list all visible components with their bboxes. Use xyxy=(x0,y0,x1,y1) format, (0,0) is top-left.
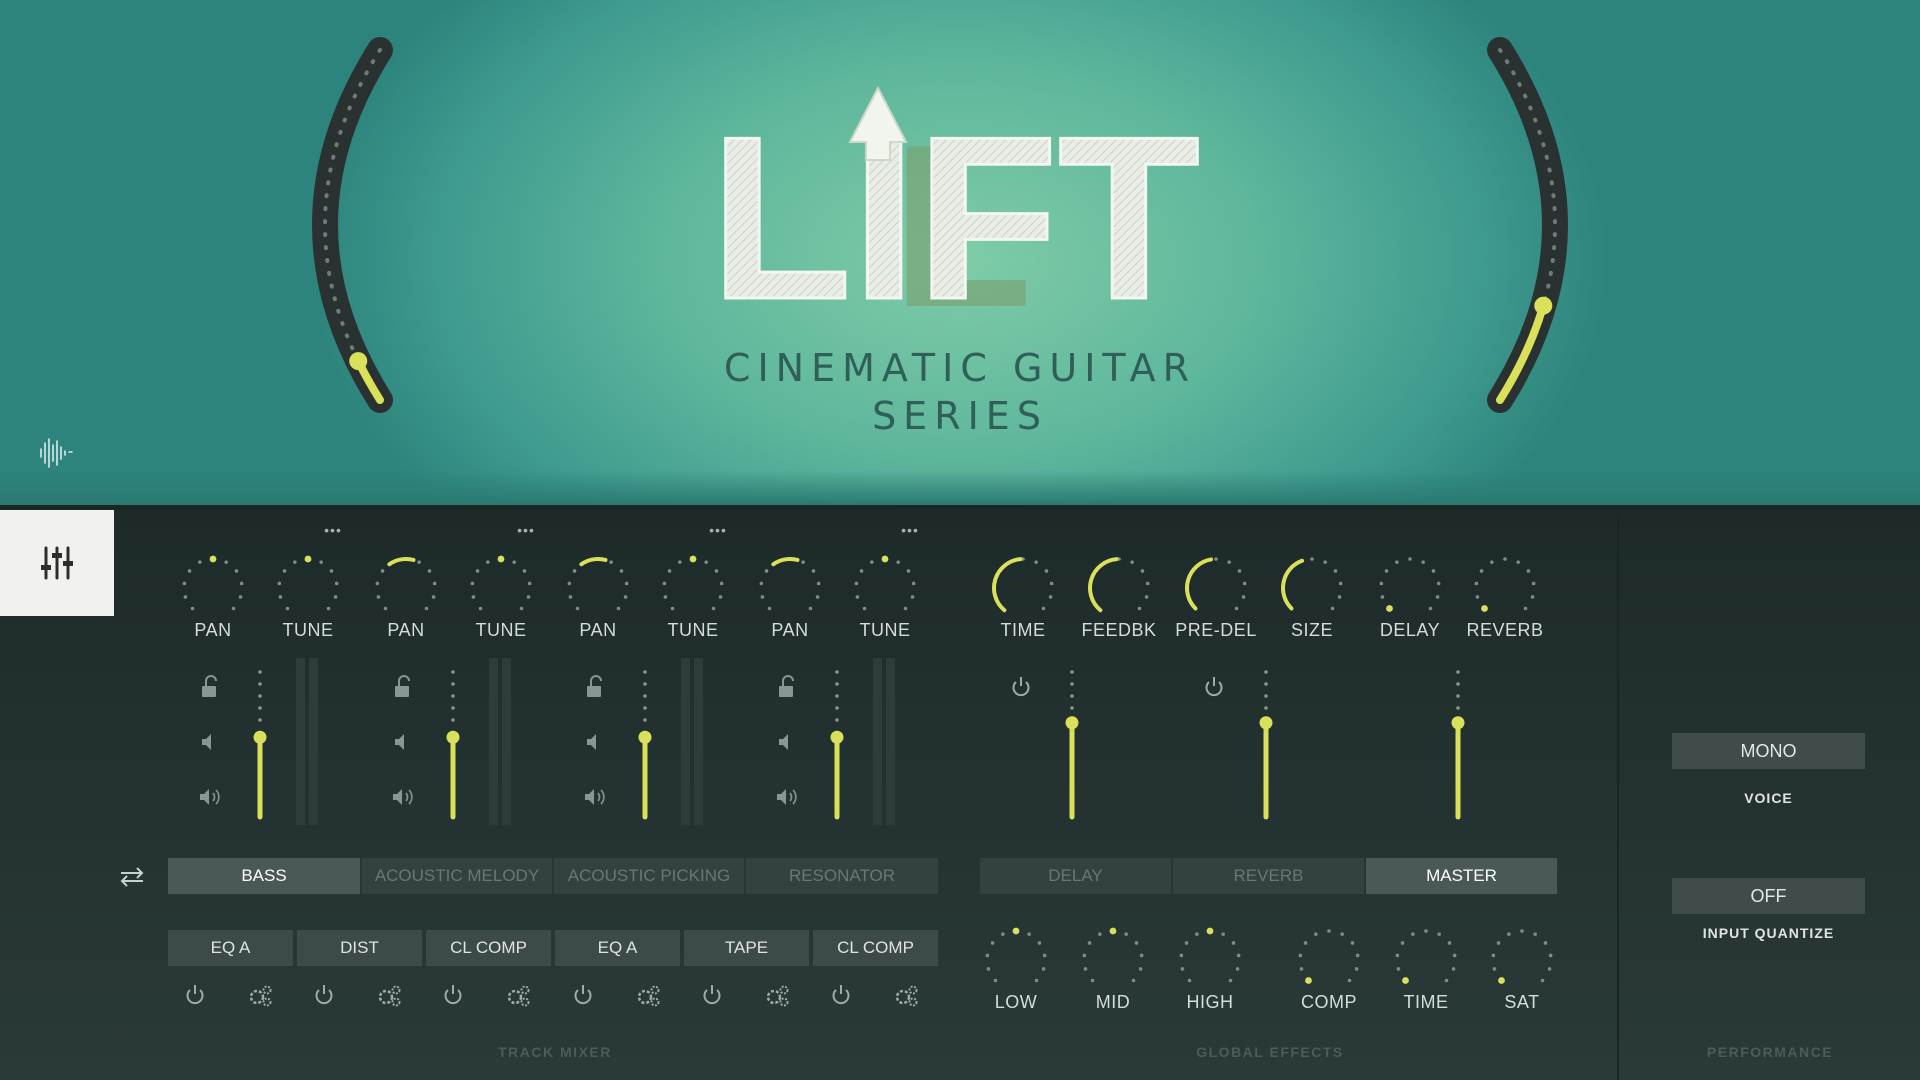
left-macro-arc-slider[interactable] xyxy=(270,30,400,420)
voice-mode-button[interactable]: MONO xyxy=(1672,733,1865,769)
tune-label-4: TUNE xyxy=(859,620,911,640)
waveform-icon[interactable] xyxy=(38,435,74,471)
swap-arrows-icon[interactable] xyxy=(118,866,146,888)
track-tab-resonator[interactable]: RESONATOR xyxy=(746,858,940,894)
fx-slot-2[interactable]: DIST xyxy=(297,930,424,966)
header-banner: L LIFT CINEMATIC GUITAR SERIES xyxy=(0,0,1920,505)
pan-label-2: PAN xyxy=(387,620,425,640)
pan-label-3: PAN xyxy=(579,620,617,640)
global-effects-label: GLOBAL EFFECTS xyxy=(1196,1044,1344,1060)
voice-label: VOICE xyxy=(1744,790,1793,806)
input-quantize-label: INPUT QUANTIZE xyxy=(1702,925,1835,941)
global-knob-label-2: FEEDBK xyxy=(1081,620,1157,640)
master-knob-label-2: MID xyxy=(1095,992,1131,1012)
pan-label-1: PAN xyxy=(194,620,232,640)
panel-edge xyxy=(0,505,1920,509)
control-panel xyxy=(0,505,1920,1080)
channel-menu-icon[interactable]: ••• xyxy=(511,522,541,538)
global-tab-reverb[interactable]: REVERB xyxy=(1173,858,1366,894)
performance-label: PERFORMANCE xyxy=(1706,1044,1834,1060)
global-knob-label-6: REVERB xyxy=(1466,620,1544,640)
subtitle-line-2: SERIES xyxy=(872,394,1048,438)
master-knob-label-6: SAT xyxy=(1504,992,1540,1012)
global-knob-label-3: PRE-DEL xyxy=(1175,620,1257,640)
fx-slot-5[interactable]: TAPE xyxy=(684,930,811,966)
performance-divider xyxy=(1617,515,1619,1080)
channel-menu-icon[interactable]: ••• xyxy=(895,522,925,538)
channel-menu-icon[interactable]: ••• xyxy=(703,522,733,538)
master-knob-label-5: TIME xyxy=(1403,992,1449,1012)
track-tab-bass[interactable]: BASS xyxy=(168,858,362,894)
global-knob-label-5: DELAY xyxy=(1379,620,1441,640)
mixer-view-tab[interactable] xyxy=(0,510,114,616)
instrument-window: L LIFT CINEMATIC GUITAR SERIES ••• PAN TUN… xyxy=(0,0,1920,1080)
global-knob-label-4: SIZE xyxy=(1290,620,1333,640)
fx-slot-4[interactable]: EQ A xyxy=(555,930,682,966)
mixer-sliders-icon xyxy=(41,546,73,580)
track-mixer-label: TRACK MIXER xyxy=(498,1044,612,1060)
master-knob-label-4: COMP xyxy=(1301,992,1357,1012)
tune-label-2: TUNE xyxy=(475,620,527,640)
input-quantize-button[interactable]: OFF xyxy=(1672,878,1865,914)
tune-label-1: TUNE xyxy=(282,620,334,640)
fx-slot-1[interactable]: EQ A xyxy=(168,930,295,966)
global-knob-label-1: TIME xyxy=(1000,620,1046,640)
master-knob-label-3: HIGH xyxy=(1186,992,1234,1012)
arc-right-track[interactable] xyxy=(1487,37,1568,413)
pan-label-4: PAN xyxy=(771,620,809,640)
arc-left-track[interactable] xyxy=(312,37,393,413)
header-shade xyxy=(0,470,1920,505)
fx-slot-6[interactable]: CL COMP xyxy=(813,930,940,966)
track-tab-acoustic-melody[interactable]: ACOUSTIC MELODY xyxy=(362,858,554,894)
right-macro-arc-slider[interactable] xyxy=(1480,30,1610,420)
lift-logo: L LIFT xyxy=(709,85,1201,320)
track-tab-acoustic-picking[interactable]: ACOUSTIC PICKING xyxy=(554,858,746,894)
subtitle-line-1: CINEMATIC GUITAR xyxy=(723,346,1197,390)
global-tab-delay[interactable]: DELAY xyxy=(980,858,1173,894)
channel-menu-icon[interactable]: ••• xyxy=(318,522,348,538)
fx-slot-3[interactable]: CL COMP xyxy=(426,930,553,966)
tune-label-3: TUNE xyxy=(667,620,719,640)
logo-text: LIFT xyxy=(710,89,1200,320)
master-knob-label-1: LOW xyxy=(994,992,1038,1012)
global-tab-master[interactable]: MASTER xyxy=(1366,858,1559,894)
